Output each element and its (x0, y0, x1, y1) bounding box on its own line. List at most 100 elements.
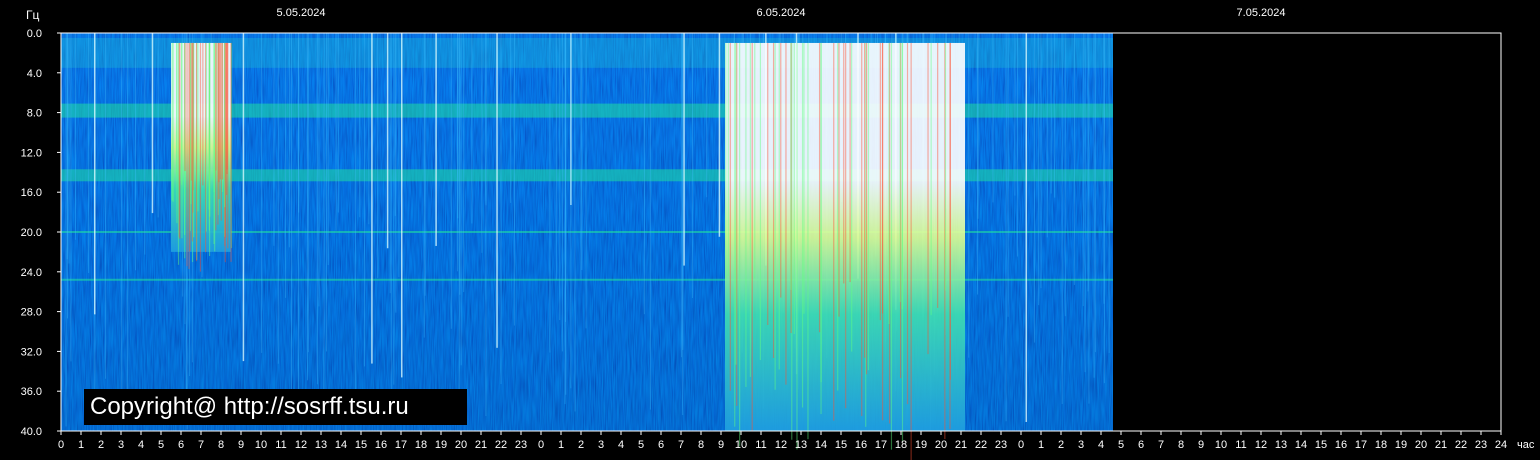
vertical-streak (1046, 33, 1048, 238)
intense-streak (745, 42, 747, 388)
intense-streak (759, 42, 761, 361)
vertical-streak (291, 33, 293, 414)
x-tick-label: 20 (935, 439, 947, 451)
vertical-streak (134, 33, 136, 271)
x-tick-label: 18 (895, 439, 907, 451)
vertical-streak (691, 33, 693, 299)
vertical-streak (680, 33, 682, 358)
vertical-streak (1061, 33, 1063, 405)
vertical-streak (1038, 33, 1040, 306)
vertical-streak (151, 33, 154, 214)
x-tick-label: 7 (678, 439, 684, 451)
x-tick-label: 23 (995, 439, 1007, 451)
vertical-streak (393, 33, 395, 385)
vertical-streak (500, 33, 502, 385)
x-tick-label: 3 (1078, 439, 1084, 451)
intense-streak (879, 42, 881, 321)
intense-streak (899, 42, 901, 303)
x-tick-label: 9 (718, 439, 724, 451)
intense-streak (209, 42, 211, 217)
x-tick-label: 12 (295, 439, 307, 451)
x-tick-label: 23 (515, 439, 527, 451)
vertical-streak (423, 33, 425, 338)
vertical-streak (285, 33, 287, 298)
intense-streak (861, 42, 863, 417)
y-tick-label: 12.0 (21, 147, 42, 159)
vertical-streak (1087, 33, 1089, 292)
intense-streak (214, 42, 216, 252)
vertical-streak (394, 33, 396, 216)
x-tick-label: 12 (1255, 439, 1267, 451)
vertical-streak (242, 33, 245, 362)
intense-streak (851, 42, 853, 352)
intense-streak (186, 42, 188, 267)
intense-streak (734, 42, 736, 427)
x-tick-label: 2 (578, 439, 584, 451)
vertical-streak (459, 33, 461, 295)
intense-streak (843, 42, 845, 284)
x-tick-label: 11 (275, 439, 286, 451)
intense-streak (227, 42, 229, 249)
x-tick-label: 6 (658, 439, 664, 451)
intense-streak (751, 42, 753, 431)
vertical-streak (1014, 33, 1016, 196)
intense-streak (864, 42, 866, 358)
intense-streak (838, 42, 840, 317)
intense-streak (833, 42, 835, 421)
vertical-streak (1040, 33, 1042, 289)
intense-streak (796, 42, 798, 450)
intense-streak (793, 42, 795, 335)
x-tick-label: 13 (1275, 439, 1287, 451)
vertical-streak (1025, 33, 1028, 422)
intense-streak (754, 42, 756, 279)
y-axis-label: Гц (26, 8, 39, 22)
intense-streak (181, 42, 183, 239)
intense-streak (205, 42, 208, 232)
vertical-streak (400, 33, 403, 378)
vertical-streak (1064, 33, 1066, 317)
y-tick-label: 4.0 (27, 68, 42, 80)
intense-streak (195, 42, 198, 262)
vertical-streak (368, 33, 370, 225)
vertical-streak (1054, 33, 1056, 198)
vertical-streak (1005, 33, 1007, 422)
x-tick-label: 10 (1215, 439, 1227, 451)
intense-streak (888, 42, 890, 325)
vertical-streak (318, 33, 320, 307)
vertical-streak (88, 33, 90, 273)
vertical-streak (977, 33, 979, 295)
vertical-streak (1033, 33, 1035, 343)
intense-streak (849, 42, 851, 283)
date-label: 5.05.2024 (277, 7, 326, 19)
vertical-streak (581, 33, 583, 270)
vertical-streak (364, 33, 366, 367)
vertical-streak (424, 33, 426, 296)
intense-streak (199, 42, 202, 272)
intense-streak (910, 42, 912, 460)
vertical-streak (1094, 33, 1096, 353)
vertical-streak (273, 33, 275, 246)
vertical-streak (561, 33, 563, 352)
intense-streak (790, 42, 792, 290)
intense-streak (171, 42, 173, 201)
x-tick-label: 14 (1295, 439, 1307, 451)
x-tick-label: 8 (218, 439, 224, 451)
vertical-streak (460, 33, 462, 366)
vertical-streak (121, 33, 123, 394)
vertical-streak (65, 33, 67, 427)
x-tick-label: 5 (638, 439, 644, 451)
vertical-streak (398, 33, 400, 278)
x-tick-label: 7 (198, 439, 204, 451)
vertical-streak (316, 33, 318, 385)
x-tick-label: 1 (78, 439, 84, 451)
x-tick-label: 0 (538, 439, 544, 451)
vertical-streak (74, 33, 76, 240)
vertical-streak (450, 33, 452, 329)
vertical-streak (157, 33, 159, 218)
x-tick-label: 2 (1058, 439, 1064, 451)
intense-streak (224, 42, 226, 208)
vertical-streak (307, 33, 309, 353)
vertical-streak (580, 33, 582, 280)
vertical-streak (555, 33, 557, 280)
intense-streak (749, 42, 751, 377)
